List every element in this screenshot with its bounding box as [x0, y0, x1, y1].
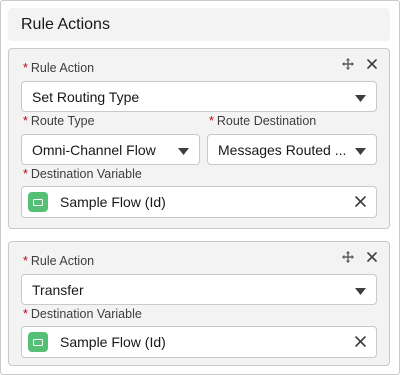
move-icon[interactable]	[341, 57, 355, 71]
route-destination-label: * Route Destination	[209, 114, 317, 128]
required-marker: *	[23, 254, 28, 268]
route-destination-select[interactable]: Messages Routed ...	[207, 134, 377, 165]
chevron-down-icon	[355, 142, 366, 158]
rule-action-card-2: * Rule Action Transfer * Destination Varia…	[8, 241, 390, 366]
route-type-select[interactable]: Omni-Channel Flow	[21, 134, 200, 165]
flow-icon	[28, 192, 48, 212]
close-icon[interactable]	[365, 250, 379, 264]
required-marker: *	[23, 114, 28, 128]
rule-action-select[interactable]: Set Routing Type	[21, 81, 377, 112]
card-toolbar	[341, 57, 379, 71]
destination-variable-value: Sample Flow (Id)	[60, 334, 166, 350]
panel-header: Rule Actions	[8, 8, 390, 41]
rule-action-label: * Rule Action	[23, 254, 95, 268]
panel-title: Rule Actions	[21, 15, 110, 33]
rule-action-select[interactable]: Transfer	[21, 274, 377, 305]
destination-variable-value: Sample Flow (Id)	[60, 194, 166, 210]
flow-icon	[28, 332, 48, 352]
clear-icon[interactable]	[355, 334, 366, 350]
rule-action-value: Set Routing Type	[32, 88, 140, 105]
close-icon[interactable]	[365, 57, 379, 71]
move-icon[interactable]	[341, 250, 355, 264]
clear-icon[interactable]	[355, 194, 366, 210]
required-marker: *	[23, 167, 28, 181]
destination-variable-label: * Destination Variable	[23, 167, 142, 181]
chevron-down-icon	[355, 89, 366, 105]
rule-action-value: Transfer	[32, 281, 84, 298]
required-marker: *	[209, 114, 214, 128]
route-destination-value: Messages Routed ...	[218, 141, 347, 158]
rule-action-card-1: * Rule Action Set Routing Type * Route Typ…	[8, 48, 390, 229]
destination-variable-lookup[interactable]: Sample Flow (Id)	[21, 326, 377, 358]
destination-variable-label: * Destination Variable	[23, 307, 142, 321]
rule-action-label: * Rule Action	[23, 61, 95, 75]
required-marker: *	[23, 61, 28, 75]
rule-actions-panel: Rule Actions * Rule Action Set Routing Ty…	[0, 0, 400, 375]
destination-variable-lookup[interactable]: Sample Flow (Id)	[21, 186, 377, 218]
route-type-label: * Route Type	[23, 114, 95, 128]
card-toolbar	[341, 250, 379, 264]
chevron-down-icon	[178, 142, 189, 158]
route-type-value: Omni-Channel Flow	[32, 141, 156, 158]
required-marker: *	[23, 307, 28, 321]
chevron-down-icon	[355, 282, 366, 298]
